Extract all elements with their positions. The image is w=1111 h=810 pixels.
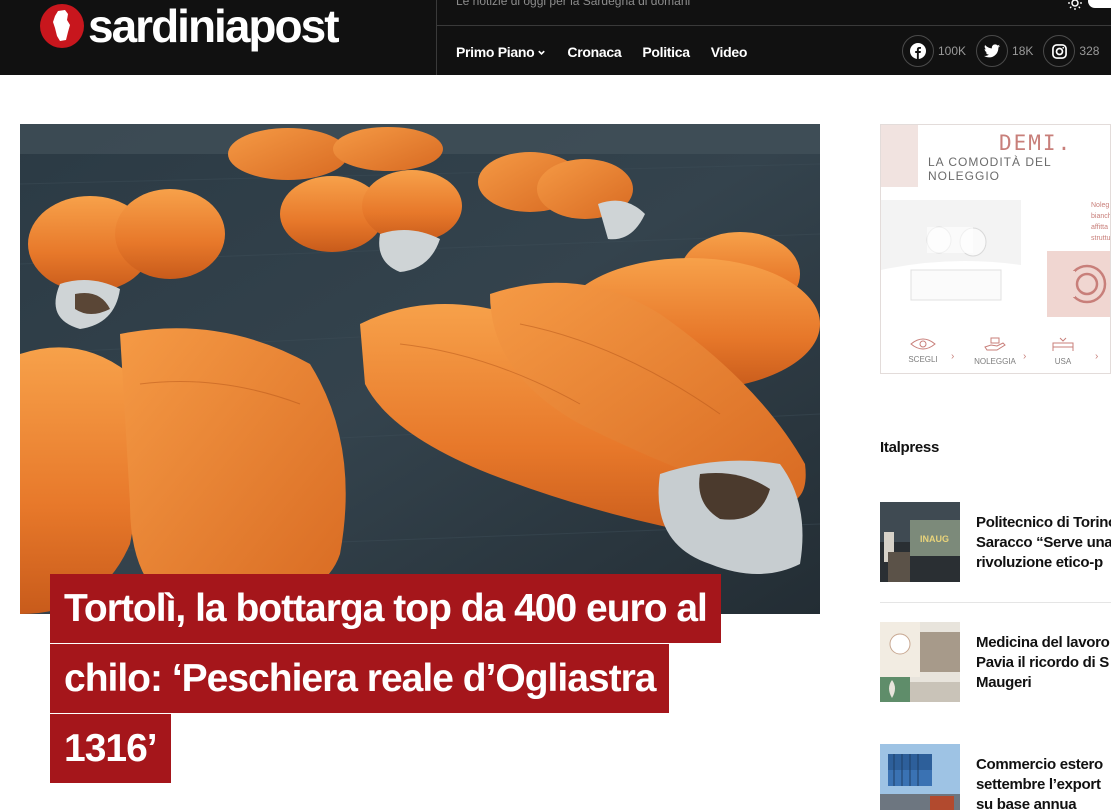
facebook-icon — [902, 35, 934, 67]
news-title: Commercio estero settembre l’export su b… — [976, 756, 1103, 810]
ad-logo-badge — [1047, 251, 1110, 317]
news-thumbnail: INAUG — [880, 502, 960, 582]
ad-step-noleggia: NOLEGGIA — [965, 337, 1025, 366]
sardinia-logo-icon — [40, 4, 84, 48]
nav-item-label: Primo Piano — [456, 44, 535, 60]
ad-side-line: affitta — [1091, 224, 1108, 231]
sidebar-advertisement[interactable]: DEMI. LA COMODITÀ DEL NOLEGGIO Noleg bia… — [880, 124, 1111, 374]
article-headline[interactable]: Tortolì, la bottarga top da 400 euro al … — [50, 574, 790, 784]
ad-step-label: SCEGLI — [908, 355, 938, 364]
ad-side-text: Noleg bianch affitta struttu — [1091, 200, 1111, 244]
chevron-right-icon: › — [951, 351, 955, 362]
ad-subtitle: LA COMODITÀ DEL NOLEGGIO — [928, 155, 1052, 183]
news-separator — [880, 602, 1111, 603]
site-header: sardiniapost Le notizie di oggi per la S… — [0, 0, 1111, 75]
ad-step-label: USA — [1054, 357, 1072, 366]
ad-side-line: bianch — [1091, 213, 1111, 220]
sun-icon — [1068, 0, 1082, 10]
svg-text:INAUG: INAUG — [920, 534, 949, 544]
news-thumbnail — [880, 744, 960, 810]
instagram-count: 328 — [1079, 44, 1100, 58]
sidebar-news-item[interactable]: INAUG Politecnico di Torino Saracco “Ser… — [880, 502, 1111, 584]
chevron-right-icon: › — [1095, 351, 1099, 362]
ad-side-line: Noleg — [1091, 202, 1110, 209]
eye-icon — [910, 338, 936, 350]
ad-decor — [881, 125, 918, 187]
social-links: 100K 18K 328 — [902, 35, 1109, 67]
headline-line: chilo: ‘Peschiera reale d’Ogliastra — [50, 644, 670, 713]
chevron-down-icon — [538, 50, 546, 55]
ad-step-scegli: SCEGLI — [893, 337, 953, 364]
chevron-right-icon: › — [1023, 351, 1027, 362]
header-rule — [437, 25, 1111, 26]
site-logo-text: sardiniapost — [88, 0, 340, 52]
ad-towels-photo — [881, 200, 1021, 328]
nav-item-label: Cronaca — [567, 44, 622, 60]
header-divider — [436, 0, 437, 75]
headline-line: 1316’ — [50, 714, 171, 783]
site-tagline: Le notizie di oggi per la Sardegna di do… — [456, 0, 691, 8]
nav-item-label: Politica — [642, 44, 690, 60]
instagram-icon — [1043, 35, 1076, 67]
toggle-track — [1088, 0, 1111, 8]
ad-side-line: struttu — [1091, 235, 1111, 242]
main-nav: Primo Piano Cronaca Politica Video — [456, 44, 768, 60]
ad-brand: DEMI. — [999, 131, 1073, 155]
bottarga-photo — [20, 124, 820, 614]
bed-icon — [1052, 337, 1074, 351]
facebook-count: 100K — [938, 44, 967, 58]
social-twitter[interactable]: 18K — [976, 35, 1033, 67]
ad-steps: SCEGLI › NOLEGGIA › USA › — [881, 337, 1110, 373]
hand-icon — [984, 337, 1006, 351]
social-facebook[interactable]: 100K — [902, 35, 966, 67]
nav-item-politica[interactable]: Politica — [642, 44, 690, 60]
nav-item-label: Video — [710, 44, 748, 60]
nav-item-video[interactable]: Video — [710, 44, 748, 60]
ad-step-usa: USA — [1033, 337, 1093, 366]
news-title: Politecnico di Torino Saracco “Serve una… — [976, 514, 1111, 571]
news-thumbnail — [880, 622, 960, 702]
site-logo[interactable]: sardiniapost — [40, 0, 340, 52]
sidebar-news-item[interactable]: Commercio estero settembre l’export su b… — [880, 744, 1111, 810]
twitter-icon — [976, 35, 1009, 67]
news-title: Medicina del lavoro Pavia il ricordo di … — [976, 634, 1110, 691]
sidebar-section-title: Italpress — [880, 439, 939, 456]
article-hero-image[interactable] — [20, 124, 820, 614]
theme-toggle[interactable] — [1068, 0, 1111, 10]
social-instagram[interactable]: 328 — [1043, 35, 1099, 67]
headline-line: Tortolì, la bottarga top da 400 euro al — [50, 574, 721, 643]
ad-step-label: NOLEGGIA — [974, 357, 1016, 366]
nav-item-cronaca[interactable]: Cronaca — [567, 44, 621, 60]
nav-item-primo-piano[interactable]: Primo Piano — [456, 44, 546, 60]
twitter-count: 18K — [1012, 44, 1034, 58]
sidebar-news-item[interactable]: Medicina del lavoro Pavia il ricordo di … — [880, 622, 1111, 704]
